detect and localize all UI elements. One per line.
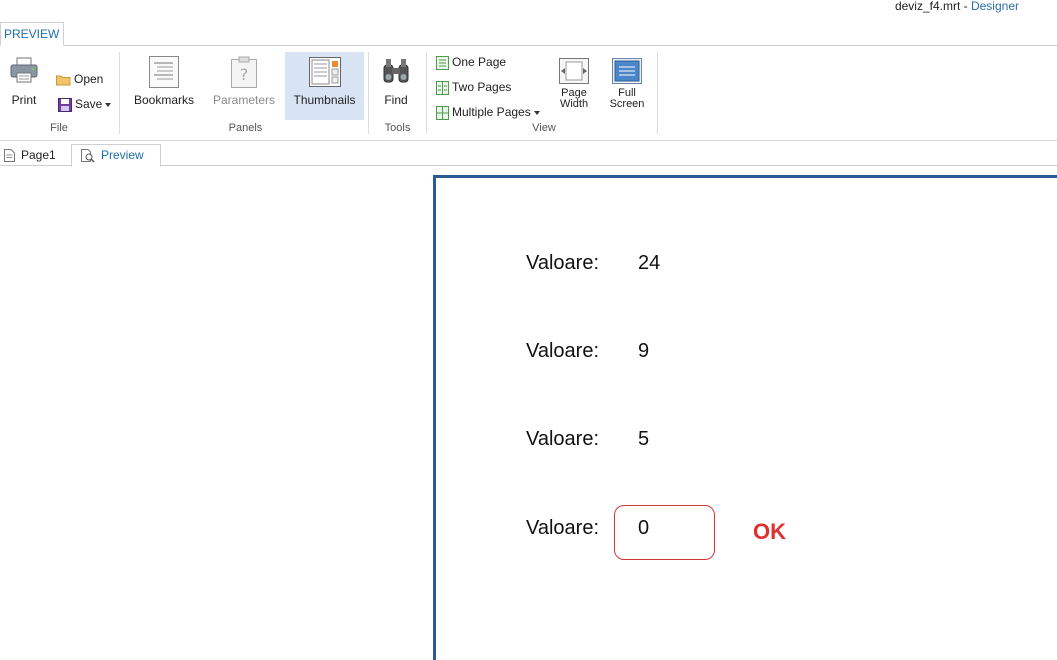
parameters-button[interactable]: ? Parameters <box>208 52 280 120</box>
thumbnails-label: Thumbnails <box>293 93 356 107</box>
row-label: Valoare: <box>526 517 600 539</box>
group-divider <box>119 52 120 134</box>
tools-group: Find Tools <box>370 52 425 134</box>
row-label: Valoare: <box>526 252 600 274</box>
full-screen-icon <box>612 58 642 84</box>
row-value: 0 <box>638 517 650 539</box>
chevron-down-icon <box>105 102 112 107</box>
ribbon-tab-strip: PREVIEW <box>0 22 1057 46</box>
two-pages-label: Two Pages <box>452 80 512 94</box>
chevron-down-icon <box>533 110 540 115</box>
floppy-disk-icon <box>58 97 72 112</box>
one-page-icon <box>436 55 449 70</box>
view-group: One Page Two Pages Multiple Pages Page W… <box>430 52 658 134</box>
find-label: Find <box>384 93 408 107</box>
file-name: deviz_f4.mrt <box>894 0 961 13</box>
thumbnails-icon <box>308 57 341 87</box>
ribbon: Print Open Save File Bookmarks ? Paramet… <box>0 46 1057 141</box>
open-button[interactable]: Open <box>56 70 103 88</box>
document-tab-strip: Page1 Preview <box>0 141 1057 167</box>
group-divider <box>368 52 369 134</box>
report-page: Valoare: 24 Valoare: 9 Valoare: 5 Valoar… <box>433 175 1057 660</box>
one-page-button[interactable]: One Page <box>436 53 506 71</box>
multiple-pages-label: Multiple Pages <box>452 105 531 119</box>
two-pages-button[interactable]: Two Pages <box>436 78 511 96</box>
row-value: 9 <box>638 340 650 362</box>
designer-link[interactable]: Designer <box>971 0 1019 13</box>
folder-icon <box>56 75 71 86</box>
save-button[interactable]: Save <box>58 95 112 113</box>
multiple-pages-button[interactable]: Multiple Pages <box>436 103 540 121</box>
full-screen-label-line2: Screen <box>609 98 645 110</box>
full-screen-button[interactable]: Full Screen <box>604 52 650 110</box>
thumbnails-button[interactable]: Thumbnails <box>285 52 364 120</box>
find-button[interactable]: Find <box>376 52 416 106</box>
page-icon <box>4 149 15 163</box>
group-divider <box>657 52 658 134</box>
print-label: Print <box>11 93 37 107</box>
row-value: 5 <box>638 428 650 450</box>
file-group-label: File <box>50 122 68 134</box>
save-label: Save <box>75 97 103 111</box>
ok-status-text: OK <box>753 519 786 544</box>
page-width-label-line2: Width <box>559 98 589 110</box>
print-button[interactable]: Print <box>4 52 44 106</box>
open-label: Open <box>74 72 104 86</box>
bookmarks-label: Bookmarks <box>133 93 195 107</box>
highlight-box <box>614 505 715 560</box>
window-title: deviz_f4.mrt - Designer <box>895 0 1019 14</box>
parameters-label: Parameters <box>212 93 276 107</box>
preview-magnifier-icon <box>81 148 95 163</box>
row-label: Valoare: <box>526 428 600 450</box>
tab-preview[interactable]: PREVIEW <box>0 22 64 46</box>
two-pages-icon <box>436 80 449 95</box>
svg-text:?: ? <box>240 65 249 84</box>
bookmarks-icon <box>149 56 179 88</box>
title-separator: - <box>960 0 971 13</box>
group-divider <box>426 52 427 134</box>
view-group-label: View <box>532 122 556 134</box>
tools-group-label: Tools <box>384 122 411 134</box>
tab-page1[interactable]: Page1 <box>4 145 56 166</box>
file-group: Print Open Save File <box>0 52 118 134</box>
tab-preview-document[interactable]: Preview <box>71 144 161 167</box>
clipboard-question-icon: ? <box>231 56 257 88</box>
printer-icon <box>10 57 38 83</box>
tab-page1-label: Page1 <box>21 148 56 162</box>
panels-group: Bookmarks ? Parameters Thumbnails Panels <box>124 52 367 134</box>
binoculars-icon <box>383 59 409 83</box>
tab-preview-label: Preview <box>101 148 144 162</box>
one-page-label: One Page <box>452 55 507 69</box>
bookmarks-button[interactable]: Bookmarks <box>128 52 200 120</box>
panels-group-label: Panels <box>228 122 263 134</box>
page-width-button[interactable]: Page Width <box>554 52 594 110</box>
row-value: 24 <box>638 252 661 274</box>
page-width-icon <box>559 58 589 84</box>
multiple-pages-icon <box>436 105 449 120</box>
row-label: Valoare: <box>526 340 600 362</box>
